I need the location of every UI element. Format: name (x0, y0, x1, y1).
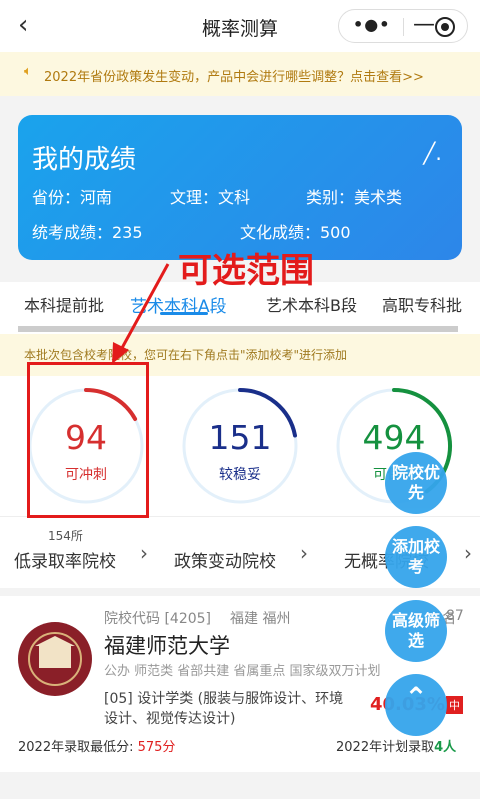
shortcut-policy-change[interactable]: 政策变动院校 › (160, 517, 320, 589)
track-field: 文理：文科 (170, 188, 251, 207)
add-school-exam-button[interactable]: 添加校考 (385, 526, 447, 588)
priority-school-button[interactable]: 院校优先 (385, 452, 447, 514)
chevron-up-icon[interactable]: ⌃ (385, 674, 447, 736)
advanced-filter-button[interactable]: 高级筛选 (385, 600, 447, 662)
shortcut-label: 政策变动院校 (174, 552, 276, 572)
school-major: [05] 设计学类 (服装与服饰设计、环境 (104, 691, 344, 707)
probability-tag: 中 (446, 696, 463, 714)
top-bar: ‹ 概率测算 •●• — (0, 0, 480, 52)
school-name[interactable]: 福建师范大学 (104, 630, 230, 660)
my-score-card: 我的成绩 ╱․ 省份：河南 文理：文科 类别：美术类 统考成绩：235 文化成绩… (18, 115, 462, 260)
batch-note-text: 本批次包含校考院校，您可在右下角点击"添加校考"进行添加 (24, 348, 348, 362)
chevron-right-icon: › (300, 541, 308, 565)
active-tab-underline (160, 312, 208, 315)
more-dots-icon[interactable]: •●• (353, 15, 390, 34)
school-location: 福建 福州 (230, 611, 291, 627)
exam-score-field: 统考成绩：235 (32, 223, 143, 242)
province-field: 省份：河南 (32, 188, 113, 207)
score-card-title: 我的成绩 (32, 145, 137, 175)
tab-undergrad-early[interactable]: 本科提前批 (24, 292, 104, 316)
plan-label: 2022年计划录取 (336, 740, 435, 755)
plan-value: 4人 (434, 740, 457, 755)
min-score-value: 575分 (137, 740, 176, 755)
minimize-icon[interactable]: — (413, 12, 435, 37)
policy-notice-bar[interactable]: 🔈︎ 2022年省份政策发生变动，产品中会进行哪些调整？点击查看>> (0, 52, 480, 96)
plan-count: 2022年计划录取4人 (336, 736, 456, 755)
school-tags: 公办 师范类 省部共建 省属重点 国家级双万计划 (104, 664, 381, 679)
shortcut-label: 低录取率院校 (14, 552, 116, 572)
target-icon[interactable] (435, 17, 455, 37)
stat-label: 较稳妥 (219, 467, 261, 483)
min-score-label: 2022年录取最低分: (18, 740, 138, 755)
tab-art-undergrad-b[interactable]: 艺术本科B段 (266, 292, 357, 316)
shortcut-count: 154所 (48, 529, 83, 543)
shortcut-low-admission[interactable]: 154所 低录取率院校 › (0, 517, 160, 589)
edit-pen-icon[interactable]: ╱․ (423, 141, 442, 165)
culture-score-field: 文化成绩：500 (240, 223, 351, 242)
chevron-right-icon: › (464, 541, 472, 565)
school-major-line2: 设计、视觉传达设计) (104, 711, 236, 727)
speaker-icon: 🔈︎ (24, 64, 32, 79)
school-rank-value: 87 (446, 608, 464, 624)
stat-value: 151 (208, 418, 272, 457)
mini-program-capsule: •●• — (338, 9, 468, 43)
category-field: 类别：美术类 (306, 188, 403, 207)
school-code: 院校代码 [4205] (104, 611, 212, 627)
capsule-divider (403, 18, 404, 36)
min-score: 2022年录取最低分: 575分 (18, 736, 175, 755)
tab-vocational[interactable]: 高职专科批 (382, 292, 462, 316)
policy-notice-text[interactable]: 2022年省份政策发生变动，产品中会进行哪些调整？点击查看>> (44, 66, 424, 85)
stat-value: 494 (362, 418, 426, 457)
school-logo (18, 622, 92, 696)
logo-building (39, 646, 71, 668)
annotation-box (27, 362, 149, 518)
chevron-right-icon: › (140, 541, 148, 565)
annotation-label: 可选范围 (178, 251, 314, 291)
logo-roof (35, 636, 75, 646)
tabs-scrollbar[interactable] (18, 326, 458, 332)
stat-stable[interactable]: 151 较稳妥 (178, 384, 302, 508)
